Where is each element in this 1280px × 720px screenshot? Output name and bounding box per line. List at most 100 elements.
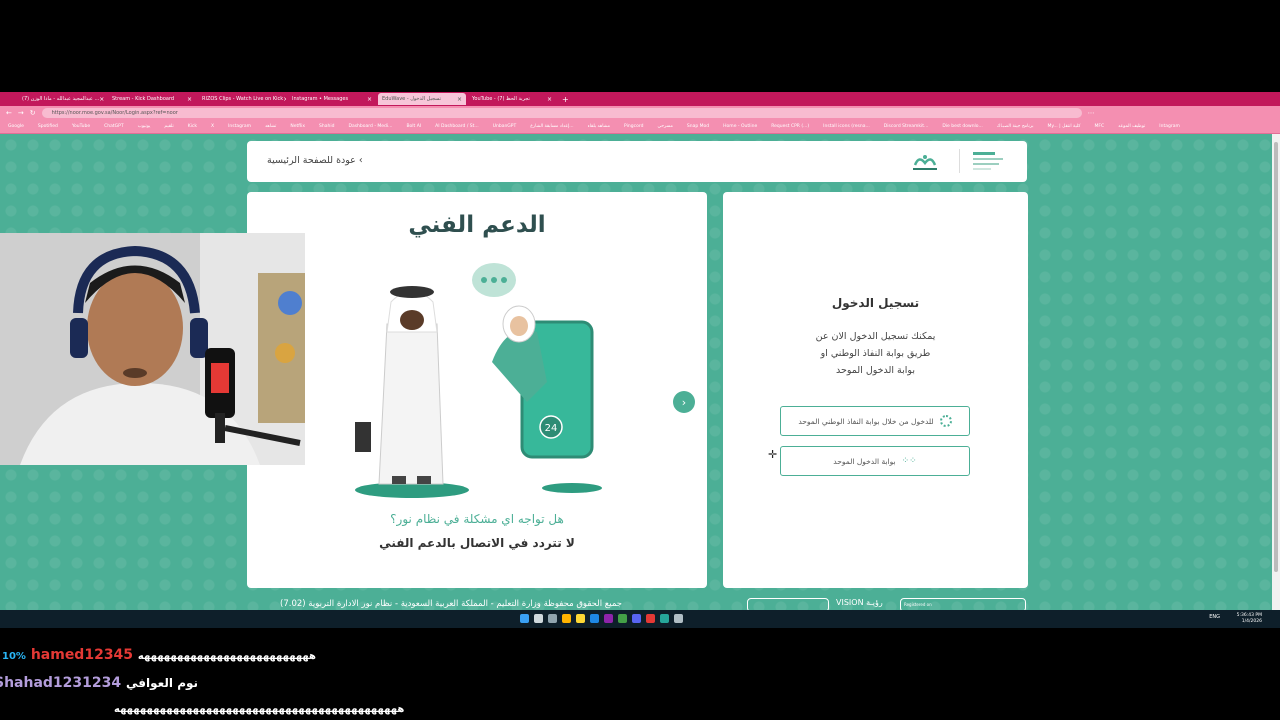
close-icon[interactable]: ×	[283, 96, 286, 103]
chrome-icon[interactable]	[660, 614, 669, 623]
bookmark-item[interactable]: تلقيم	[164, 124, 173, 129]
chat-bubble-icon	[472, 263, 516, 297]
file-explorer-icon[interactable]	[576, 614, 585, 623]
url-text: https://noor.moe.gov.sa/Noor/Login.aspx?…	[51, 110, 178, 116]
unified-login-label: بوابة الدخول الموحد	[833, 456, 896, 466]
bookmark-item[interactable]: Netflix	[290, 124, 305, 129]
browser-tab[interactable]: (7) عبدالمجيد عبدالله - ماذا الوزن ... ×	[18, 93, 106, 105]
carousel-next-button[interactable]: ›	[673, 391, 695, 413]
bookmark-item[interactable]: Dashboard - Medi...	[348, 124, 392, 129]
address-bar-row: ← → ↻ https://noor.moe.gov.sa/Noor/Login…	[0, 106, 1280, 120]
new-tab-button[interactable]: +	[562, 95, 569, 104]
login-description-line: يمكنك تسجيل الدخول الان عن	[815, 331, 936, 342]
reload-icon[interactable]: ↻	[30, 109, 36, 117]
bookmark-item[interactable]: Request CPR (...)	[771, 124, 809, 129]
forward-arrow-icon[interactable]: →	[18, 109, 24, 117]
browser-tab[interactable]: Stream - Kick Dashboard ×	[108, 93, 196, 105]
footer-copyright: جميع الحقوق محفوظة وزارة التعليم - الممل…	[280, 599, 623, 609]
chevron-right-icon: ›	[681, 395, 687, 409]
close-icon[interactable]: ×	[367, 96, 372, 103]
bookmark-item[interactable]: مشاهد بلقاء	[588, 124, 610, 129]
bookmark-item[interactable]: Die best downlo...	[942, 124, 982, 129]
chat-text: ههههههههههههههههههههههههههه	[137, 651, 316, 662]
browser-tab[interactable]: Instagram • Messages ×	[288, 93, 376, 105]
close-icon[interactable]: ×	[187, 96, 192, 103]
windows-start-icon[interactable]	[520, 614, 529, 623]
footer-badge	[747, 598, 829, 610]
man-figure	[355, 286, 469, 498]
bookmark-item[interactable]: MFC	[1094, 124, 1104, 129]
back-arrow-icon[interactable]: ←	[6, 109, 12, 117]
app-icon[interactable]	[604, 614, 613, 623]
url-input[interactable]: https://noor.moe.gov.sa/Noor/Login.aspx?…	[41, 108, 1082, 118]
bookmark-item[interactable]: Google	[8, 124, 24, 129]
system-tray[interactable]: ENG	[1209, 614, 1220, 620]
app-icon[interactable]	[646, 614, 655, 623]
tab-label: Instagram • Messages	[292, 96, 349, 102]
bookmark-item[interactable]: توظيف الموعد	[1118, 124, 1145, 129]
chat-username: Shahad1231234	[0, 675, 122, 691]
bookmark-item[interactable]: Intagram	[1159, 124, 1180, 129]
bookmark-item[interactable]: Home - Outline	[723, 124, 757, 129]
scrollbar-thumb[interactable]	[1274, 142, 1278, 572]
settings-icon[interactable]	[674, 614, 683, 623]
language-indicator[interactable]: ENG	[1209, 614, 1220, 620]
close-icon[interactable]: ×	[99, 96, 104, 103]
bookmark-item[interactable]: UnbanGPT	[493, 124, 517, 129]
login-title: تسجيل الدخول	[831, 296, 920, 310]
browser-tab[interactable]: YouTube - (7) تجربة الحظ ×	[468, 93, 556, 105]
vscode-icon[interactable]	[590, 614, 599, 623]
extensions-icon[interactable]: ⋯	[1088, 109, 1095, 117]
discord-icon[interactable]	[632, 614, 641, 623]
bookmark-item[interactable]: إعداد مسابقة الشارع...	[530, 124, 573, 129]
streamer-image	[0, 233, 305, 465]
bookmark-item[interactable]: AI Dashboard / St...	[435, 124, 479, 129]
bookmark-item[interactable]: X	[211, 124, 214, 129]
windows-taskbar: ENG 5:36:43 PM 1/4/2026	[0, 610, 1280, 628]
tab-label: RIZOS Clips - Watch Live on Kick	[202, 96, 284, 102]
footer-registered-badge: Registered on	[900, 598, 1026, 610]
bookmark-item[interactable]: يوتيوب	[138, 124, 151, 129]
bookmark-item[interactable]: Discord Streamkit...	[884, 124, 929, 129]
support-title: الدعم الفني	[408, 212, 546, 238]
mouse-cursor-icon: ✛	[768, 448, 778, 461]
unified-login-icon: ⁘⁘	[901, 456, 917, 466]
widgets-icon[interactable]	[562, 614, 571, 623]
bookmark-item[interactable]: Instagram	[228, 124, 251, 129]
bookmark-item[interactable]: برنامج جينة الصبـاك	[997, 124, 1034, 129]
page-scrollbar[interactable]	[1272, 134, 1280, 610]
bookmark-item[interactable]: Bolt AI	[406, 124, 421, 129]
tab-label: EduWave - تسجيل الدخول	[382, 96, 442, 102]
bookmark-item[interactable]: Kick	[188, 124, 197, 129]
bookmark-item[interactable]: Pingcord	[624, 124, 643, 129]
tab-label: YouTube - (7) تجربة الحظ	[472, 96, 530, 102]
bookmark-item[interactable]: مسرحي	[657, 124, 672, 129]
bookmark-item[interactable]: Shahid	[319, 124, 334, 129]
bookmark-item[interactable]: Snap Mod	[687, 124, 709, 129]
webcam-overlay	[0, 233, 305, 465]
browser-tab[interactable]: RIZOS Clips - Watch Live on Kick ×	[198, 93, 286, 105]
nafath-login-button[interactable]: للدخول من خلال بوابة النفاذ الوطني الموح…	[780, 406, 970, 436]
bookmark-item[interactable]: ChatGPT	[104, 124, 123, 129]
back-to-home-link[interactable]: عودة للصفحة الرئيسية ‹	[267, 155, 363, 166]
bookmarks-bar: Google Spotified YouTube ChatGPT يوتيوب تلقيم…	[0, 120, 1280, 134]
taskbar-clock[interactable]: 5:36:43 PM 1/4/2026	[1237, 613, 1262, 625]
search-icon[interactable]	[534, 614, 543, 623]
bookmark-item[interactable]: My... | كلية انتقل	[1048, 124, 1081, 129]
bookmark-item[interactable]: Spotified	[38, 124, 58, 129]
chat-message: Shahad1231234 نوم العوافي	[0, 675, 198, 691]
bookmark-item[interactable]: YouTube	[72, 124, 90, 129]
close-icon[interactable]: ×	[457, 96, 462, 103]
task-view-icon[interactable]	[548, 614, 557, 623]
footer-vision-logo: VISION رؤيـة	[836, 598, 883, 607]
page-footer: جميع الحقوق محفوظة وزارة التعليم - الممل…	[0, 596, 1272, 610]
tab-label: (7) عبدالمجيد عبدالله - ماذا الوزن ...	[22, 96, 100, 102]
unified-login-button[interactable]: بوابة الدخول الموحد ⁘⁘	[780, 446, 970, 476]
bookmark-item[interactable]: تشاهد	[265, 124, 276, 129]
phone-24-badge: 24	[545, 423, 558, 434]
app-icon[interactable]	[618, 614, 627, 623]
bookmark-item[interactable]: Install icons (resna...	[823, 124, 870, 129]
close-icon[interactable]: ×	[547, 96, 552, 103]
browser-tab-active[interactable]: EduWave - تسجيل الدخول ×	[378, 93, 466, 105]
support-question: هل تواجه اي مشكلة في نظام نور؟	[390, 512, 564, 526]
